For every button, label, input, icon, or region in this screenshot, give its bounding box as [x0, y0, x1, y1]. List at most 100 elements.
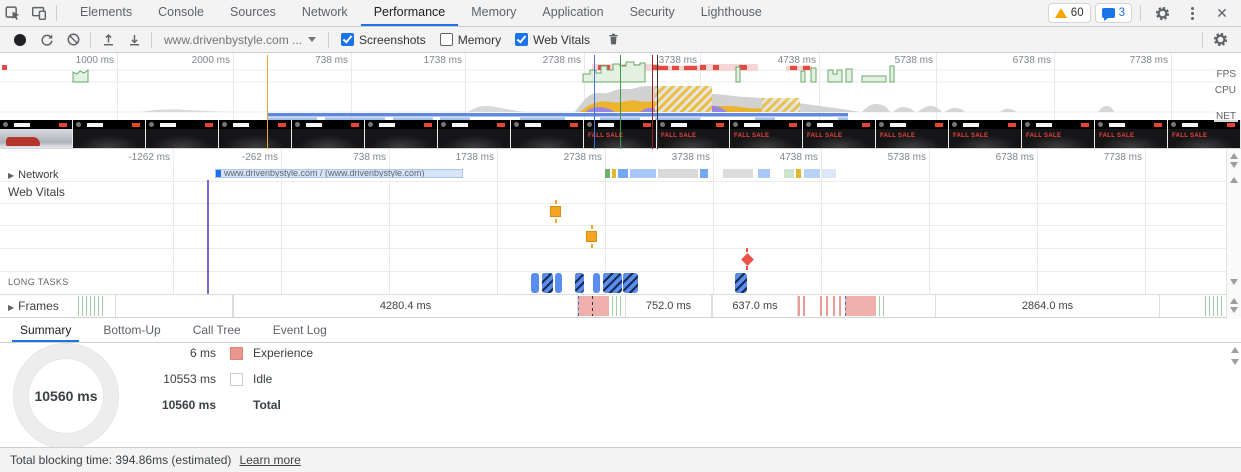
- tab-bottom-up[interactable]: Bottom-Up: [95, 320, 168, 342]
- tab-lighthouse[interactable]: Lighthouse: [688, 0, 775, 26]
- history-select[interactable]: www.drivenbystyle.com ...: [164, 33, 316, 47]
- scroll-down-icon[interactable]: [1230, 279, 1238, 285]
- tab-console[interactable]: Console: [145, 0, 217, 26]
- tab-event-log[interactable]: Event Log: [265, 320, 335, 342]
- network-request-block[interactable]: [784, 169, 794, 178]
- save-profile-icon[interactable]: [121, 27, 147, 53]
- checkbox-web-vitals[interactable]: Web Vitals: [515, 33, 590, 47]
- tab-memory[interactable]: Memory: [458, 0, 529, 26]
- thumbnail-logo: [368, 122, 373, 127]
- reload-and-record-icon[interactable]: [34, 27, 60, 53]
- network-request-block[interactable]: [658, 169, 698, 178]
- filmstrip-frame[interactable]: FALL SALE: [803, 120, 875, 148]
- dropped-frames-block[interactable]: [578, 296, 609, 316]
- learn-more-link[interactable]: Learn more: [239, 453, 300, 467]
- filmstrip-frame[interactable]: FALL SALE: [730, 120, 802, 148]
- long-task-bar[interactable]: [623, 273, 638, 293]
- tab-security[interactable]: Security: [617, 0, 688, 26]
- layout-shift-marker[interactable]: [586, 231, 597, 242]
- scroll-up-icon[interactable]: [1230, 298, 1238, 304]
- layout-shift-marker[interactable]: [550, 206, 561, 217]
- inspect-element-icon[interactable]: [0, 0, 26, 26]
- filmstrip-frame[interactable]: FALL SALE: [1095, 120, 1167, 148]
- tab-elements[interactable]: Elements: [67, 0, 145, 26]
- long-task-bar[interactable]: [555, 273, 562, 293]
- thumbnail-logo: [441, 122, 446, 127]
- clear-recording-icon[interactable]: [60, 27, 86, 53]
- network-request-block[interactable]: [796, 169, 801, 178]
- warnings-badge[interactable]: 60: [1048, 3, 1091, 23]
- scroll-up-icon[interactable]: [1230, 153, 1238, 159]
- network-request-block[interactable]: [700, 169, 708, 178]
- network-request-block[interactable]: [618, 169, 628, 178]
- filmstrip-frame[interactable]: [511, 120, 583, 148]
- scroll-up-icon[interactable]: [1231, 347, 1239, 353]
- device-toolbar-icon[interactable]: [26, 0, 52, 26]
- network-request-block[interactable]: [605, 169, 610, 178]
- close-devtools-icon[interactable]: ✕: [1209, 0, 1235, 26]
- network-request-block[interactable]: [804, 169, 820, 178]
- tab-application[interactable]: Application: [529, 0, 616, 26]
- detail-scrollbar[interactable]: [1226, 149, 1241, 319]
- frame-segment[interactable]: 2864.0 ms: [935, 295, 1160, 317]
- capture-settings-gear-icon[interactable]: [1207, 27, 1233, 53]
- tab-network[interactable]: Network: [289, 0, 361, 26]
- scroll-down-icon[interactable]: [1230, 162, 1238, 168]
- scroll-down-icon[interactable]: [1231, 359, 1239, 365]
- frame-segment[interactable]: 637.0 ms: [712, 295, 798, 317]
- frame-segment[interactable]: [115, 295, 233, 317]
- filmstrip-frame[interactable]: [365, 120, 437, 148]
- long-task-bar[interactable]: [603, 273, 622, 293]
- kebab-menu-icon[interactable]: [1179, 0, 1205, 26]
- network-request-block[interactable]: [822, 169, 836, 178]
- web-vitals-track-label[interactable]: Web Vitals: [8, 185, 65, 199]
- filmstrip-frame[interactable]: [292, 120, 364, 148]
- thumbnail-searchbox: [452, 123, 468, 127]
- filmstrip-frame[interactable]: FALL SALE: [949, 120, 1021, 148]
- filmstrip-frame[interactable]: [219, 120, 291, 148]
- filmstrip-frame[interactable]: [146, 120, 218, 148]
- network-request-block[interactable]: [630, 169, 656, 178]
- fall-sale-text: FALL SALE: [734, 133, 769, 139]
- frame-segment[interactable]: 752.0 ms: [625, 295, 712, 317]
- dropped-frames-block[interactable]: [845, 296, 876, 316]
- long-task-bar[interactable]: [593, 273, 600, 293]
- network-request-block[interactable]: [723, 169, 753, 178]
- filmstrip-frame[interactable]: FALL SALE: [1022, 120, 1094, 148]
- network-track-label[interactable]: ▶Network: [8, 169, 59, 181]
- tab-call-tree[interactable]: Call Tree: [185, 320, 249, 342]
- frame-segment[interactable]: 4280.4 ms: [233, 295, 578, 317]
- lcp-marker[interactable]: [741, 253, 754, 266]
- thumbnail-logo: [806, 122, 811, 127]
- filmstrip-frame[interactable]: [73, 120, 145, 148]
- long-task-bar[interactable]: [735, 273, 747, 293]
- network-doc-request-bar[interactable]: www.drivenbystyle.com / (www.drivenbysty…: [215, 169, 463, 178]
- long-task-bar[interactable]: [575, 273, 584, 293]
- tab-performance[interactable]: Performance: [361, 0, 459, 26]
- grid-line: [1037, 149, 1038, 294]
- long-task-bar[interactable]: [531, 273, 539, 293]
- long-task-bar[interactable]: [542, 273, 553, 293]
- filmstrip-frame[interactable]: FALL SALE: [657, 120, 729, 148]
- messages-badge[interactable]: 3: [1095, 3, 1132, 23]
- tab-summary[interactable]: Summary: [12, 320, 79, 342]
- filmstrip-frame[interactable]: [0, 120, 72, 148]
- tab-sources[interactable]: Sources: [217, 0, 289, 26]
- checkbox-memory[interactable]: Memory: [440, 33, 501, 47]
- delete-recording-icon[interactable]: [600, 27, 626, 53]
- thumbnail-red-button: [862, 123, 870, 127]
- network-request-block[interactable]: [612, 169, 616, 178]
- frames-track-label[interactable]: ▶Frames: [8, 299, 59, 313]
- thumbnail-red-button: [1154, 123, 1162, 127]
- checkbox-screenshots[interactable]: Screenshots: [341, 33, 426, 47]
- load-profile-icon[interactable]: [95, 27, 121, 53]
- network-request-block[interactable]: [758, 169, 770, 178]
- settings-gear-icon[interactable]: [1149, 0, 1175, 26]
- filmstrip-frame[interactable]: FALL SALE: [1168, 120, 1240, 148]
- scroll-down-icon[interactable]: [1230, 307, 1238, 313]
- filmstrip-frame[interactable]: FALL SALE: [876, 120, 948, 148]
- fall-sale-text: FALL SALE: [1172, 133, 1207, 139]
- filmstrip-frame[interactable]: [438, 120, 510, 148]
- scroll-up-icon[interactable]: [1230, 177, 1238, 183]
- record-button[interactable]: [14, 34, 26, 46]
